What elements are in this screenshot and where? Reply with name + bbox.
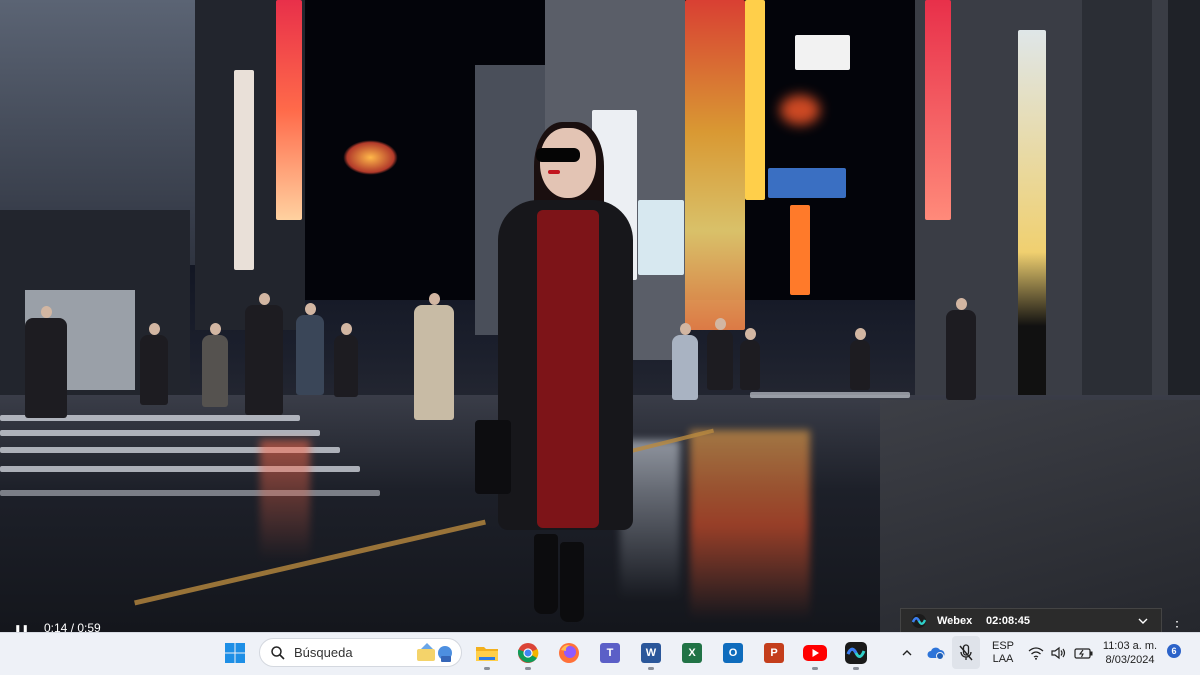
input-language[interactable]: ESP LAA [987, 639, 1019, 667]
excel-button[interactable]: X [677, 639, 707, 667]
firefox-button[interactable] [554, 639, 584, 667]
neon-right-distant [790, 205, 810, 295]
word-button[interactable]: W [636, 639, 666, 670]
teams-button[interactable]: T [595, 639, 625, 667]
pedestrian [414, 293, 454, 420]
search-input[interactable] [294, 645, 404, 660]
taskbar-clock[interactable]: 11:03 a. m. 8/03/2024 [1100, 639, 1160, 667]
red-lips [548, 170, 560, 174]
crosswalk-stripe [0, 430, 320, 436]
pedestrian [740, 328, 760, 390]
search-icon [271, 645, 285, 660]
teams-icon: T [600, 643, 620, 663]
file-explorer-button[interactable] [472, 639, 502, 670]
pedestrian [946, 298, 976, 400]
woman-red-dress [537, 210, 599, 528]
top-sign [795, 35, 850, 70]
keyboard-layout: LAA [992, 653, 1014, 665]
network-volume-battery[interactable] [1028, 639, 1094, 667]
video-timestamp: 0:14 / 0:59 [44, 621, 101, 632]
neon-sign-red [276, 0, 302, 220]
pedestrian [334, 323, 358, 397]
language-code: ESP [991, 640, 1014, 652]
search-highlight-illustration-icon [417, 643, 452, 662]
running-indicator [484, 667, 490, 670]
left-boot [534, 534, 558, 614]
pedestrian [202, 323, 228, 407]
crosswalk-stripe [0, 490, 380, 496]
video-frame[interactable]: ❚❚ 0:14 / 0:59 ⋮ [0, 0, 1200, 632]
pedestrian [25, 306, 67, 418]
firefox-icon [559, 643, 579, 663]
word-icon: W [641, 643, 661, 663]
clock-time: 11:03 a. m. [1102, 640, 1158, 652]
more-options-icon[interactable]: ⋮ [1170, 619, 1184, 631]
webex-label: Webex [937, 614, 973, 627]
onedrive-tray[interactable] [924, 639, 948, 667]
file-explorer-icon [476, 647, 498, 661]
call-duration: 02:08:45 [986, 614, 1031, 627]
outlook-button[interactable]: O [718, 639, 748, 667]
volume-icon [1051, 646, 1066, 660]
distant-sign [343, 140, 398, 175]
webex-call-bar[interactable]: Webex 02:08:45 [900, 608, 1162, 632]
neon-sign-white [234, 70, 254, 270]
excel-icon: X [682, 643, 702, 663]
pedestrian [140, 323, 168, 405]
black-handbag [475, 420, 511, 494]
pedestrian [707, 318, 733, 390]
outlook-icon: O [723, 643, 743, 663]
windows-logo-icon [225, 643, 245, 663]
running-indicator [525, 667, 531, 670]
webex-button[interactable] [841, 639, 871, 670]
pedestrian [850, 328, 870, 390]
neon-reflection [690, 430, 810, 620]
chevron-down-icon[interactable] [1137, 615, 1149, 627]
taskbar-search[interactable] [259, 638, 462, 667]
mic-muted-icon [959, 643, 973, 660]
running-indicator [812, 667, 818, 670]
webex-logo-icon [911, 613, 927, 628]
running-indicator [648, 667, 654, 670]
right-boot [560, 542, 584, 622]
chevron-up-icon [902, 650, 912, 656]
crosswalk-stripe-right [750, 392, 910, 398]
notification-badge[interactable]: 6 [1167, 644, 1181, 658]
blue-street-sign [768, 168, 846, 198]
sidewalk [880, 400, 1200, 632]
youtube-button[interactable] [800, 639, 830, 670]
wifi-icon [1028, 647, 1044, 660]
pedestrian [245, 293, 283, 415]
webex-icon [845, 642, 867, 664]
ad-board [638, 200, 684, 275]
red-lantern [780, 95, 820, 125]
chrome-button[interactable] [513, 639, 543, 670]
powerpoint-icon: P [764, 643, 784, 663]
sunglasses [536, 148, 580, 162]
start-button[interactable] [220, 639, 250, 667]
neon-column-yellow [745, 0, 765, 200]
running-indicator [853, 667, 859, 670]
neon-reflection-3 [260, 440, 310, 560]
neon-sign-right-white [1018, 30, 1046, 400]
pause-icon[interactable]: ❚❚ [14, 624, 29, 632]
battery-charging-icon [1074, 648, 1093, 659]
youtube-icon [803, 645, 827, 661]
pedestrian [672, 323, 698, 400]
screen: ❚❚ 0:14 / 0:59 ⋮ Webex 02:08:45 Búsqueda… [0, 0, 1200, 675]
neon-column-orange [685, 0, 745, 330]
building-pillar [1082, 0, 1152, 450]
show-hidden-icons[interactable] [898, 639, 916, 667]
clock-date: 8/03/2024 [1105, 654, 1155, 666]
pedestrian [296, 303, 324, 395]
microphone-muted-button[interactable] [952, 636, 980, 669]
woman-legs [532, 528, 588, 622]
powerpoint-button[interactable]: P [759, 639, 789, 667]
woman-face [540, 128, 596, 198]
cloud-sync-icon [927, 647, 945, 660]
chrome-icon [518, 643, 539, 663]
neon-sign-right-red [925, 0, 951, 220]
